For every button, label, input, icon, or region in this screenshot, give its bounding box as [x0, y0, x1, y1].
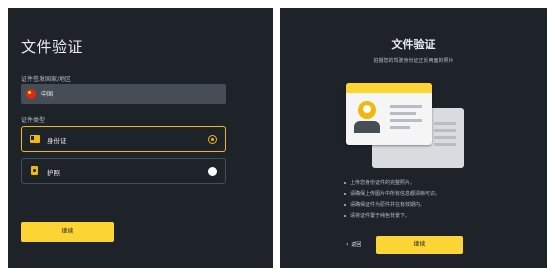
card-line: [434, 129, 456, 132]
continue-button[interactable]: 继续: [21, 222, 114, 242]
page-subtitle: 拍摄您的驾驶身份证正反两面的照片: [373, 58, 454, 64]
page-title: 文件验证: [391, 38, 436, 51]
country-label: 证件签发国家/地区: [21, 76, 72, 83]
avatar-head: [363, 105, 371, 113]
id-card-icon: [30, 135, 40, 143]
country-select[interactable]: 中国: [21, 84, 226, 104]
card-strip: [346, 83, 432, 93]
tip-item: 请确保证件为原件并在有效期内。: [344, 200, 440, 211]
card-line: [390, 105, 422, 108]
card-line: [434, 136, 456, 139]
china-flag-icon: [26, 89, 36, 99]
tip-item: 上传您身份证件的完整照片。: [344, 178, 440, 189]
option-label: 身份证: [47, 137, 67, 145]
back-button[interactable]: ‹ 返回: [346, 241, 361, 248]
radio-selected[interactable]: [208, 135, 217, 144]
avatar-body: [354, 121, 380, 133]
card-line: [434, 122, 456, 125]
tip-item: 请将证件置于纯色背景下。: [344, 211, 440, 222]
radio-unselected[interactable]: [208, 167, 217, 176]
document-type-panel: 文件验证 证件签发国家/地区 中国 证件类型 身份证 护照 继续: [8, 8, 273, 268]
back-label: 返回: [351, 242, 362, 248]
card-line: [390, 112, 416, 115]
card-line: [434, 143, 456, 146]
country-value: 中国: [41, 91, 54, 98]
card-line: [390, 126, 410, 129]
tips-list: 上传您身份证件的完整照片。 请确保上传图片中所有信息都清晰可识。 请确保证件为原…: [344, 178, 440, 222]
chevron-left-icon: ‹: [346, 241, 349, 248]
id-photo-panel: 文件验证 拍摄您的驾驶身份证正反两面的照片 上传您身份证件的完整照片。 请确保上…: [280, 8, 547, 268]
option-passport[interactable]: 护照: [21, 158, 226, 184]
card-line: [390, 119, 422, 122]
option-label: 护照: [47, 169, 60, 177]
option-id-card[interactable]: 身份证: [21, 126, 226, 152]
tip-item: 请确保上传图片中所有信息都清晰可识。: [344, 189, 440, 200]
doc-type-label: 证件类型: [21, 117, 46, 124]
continue-button[interactable]: 继续: [376, 236, 463, 254]
passport-icon: [31, 166, 38, 175]
page-title: 文件验证: [21, 38, 84, 56]
id-card-front-illustration: [346, 83, 432, 145]
